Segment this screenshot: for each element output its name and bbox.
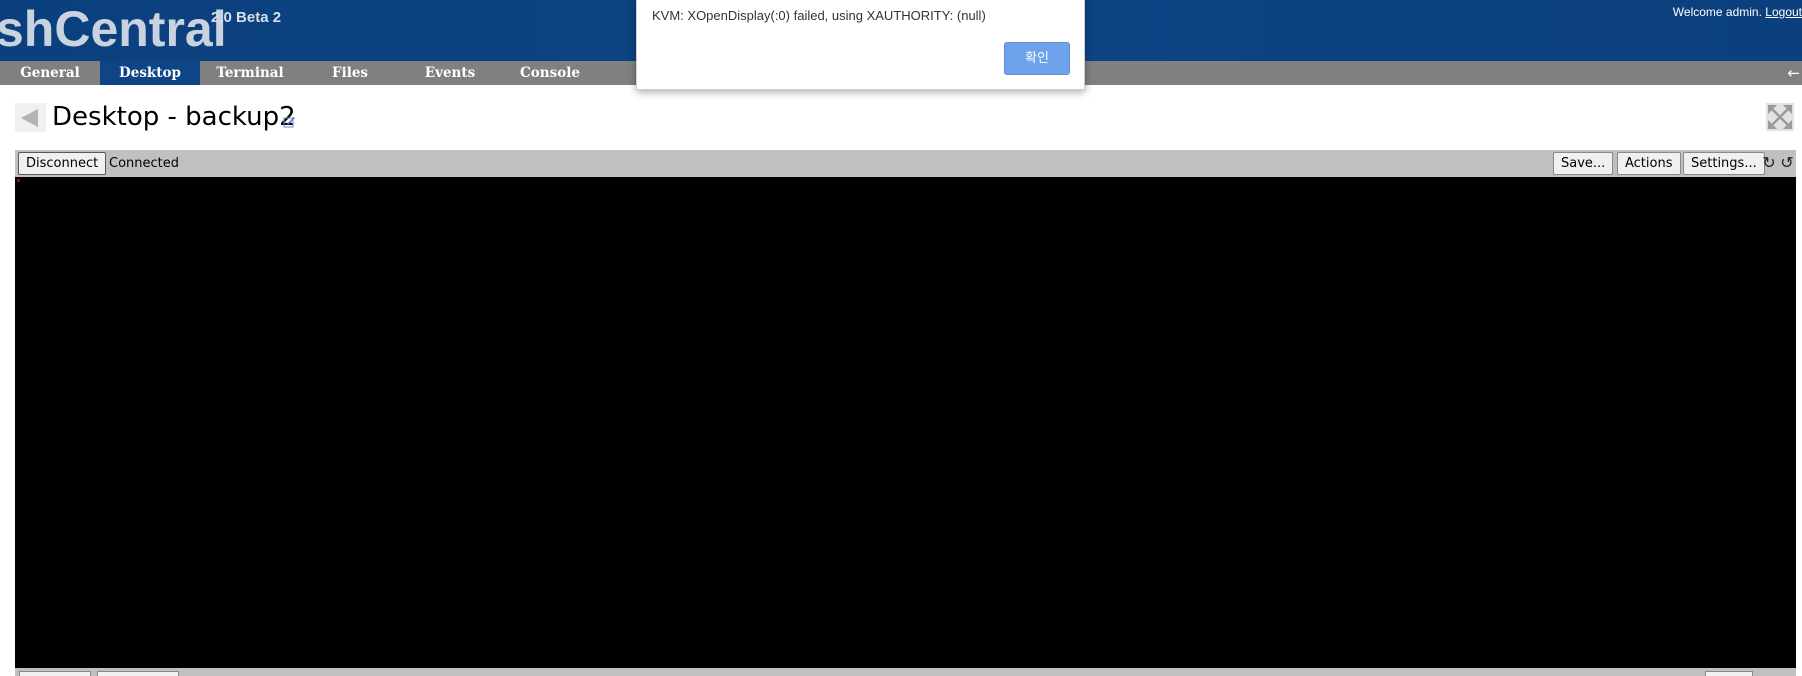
save-button[interactable]: Save... xyxy=(1553,152,1614,175)
bottom-select[interactable] xyxy=(1705,671,1753,676)
left-arrow-icon[interactable]: ← xyxy=(1787,61,1800,85)
tab-terminal[interactable]: Terminal xyxy=(200,61,300,85)
back-arrow-icon xyxy=(21,109,38,127)
remote-cursor xyxy=(17,179,20,182)
connection-status: Connected xyxy=(109,156,180,171)
alert-ok-button[interactable]: 확인 xyxy=(1004,42,1070,75)
disconnect-button[interactable]: Disconnect xyxy=(18,152,107,175)
logout-link[interactable]: Logout xyxy=(1765,5,1802,19)
bottom-select[interactable] xyxy=(19,671,91,676)
alert-dialog: KVM: XOpenDisplay(:0) failed, using XAUT… xyxy=(636,0,1085,90)
remote-desktop-canvas[interactable] xyxy=(15,177,1796,668)
rotate-counterclockwise-icon[interactable]: ↺ xyxy=(1779,154,1795,172)
fullscreen-icon[interactable] xyxy=(1766,103,1794,131)
page-title: Desktop - backup2 xyxy=(52,102,296,132)
settings-button[interactable]: Settings... xyxy=(1683,152,1765,175)
tab-events[interactable]: Events xyxy=(400,61,500,85)
alert-message: KVM: XOpenDisplay(:0) failed, using XAUT… xyxy=(652,8,986,23)
actions-button[interactable]: Actions xyxy=(1617,152,1681,175)
tab-general[interactable]: General xyxy=(0,61,100,85)
tab-console[interactable]: Console xyxy=(500,61,600,85)
app-title: shCentral xyxy=(0,1,227,57)
tab-desktop[interactable]: Desktop xyxy=(100,61,200,85)
bottom-toolbar xyxy=(15,668,1796,676)
rotate-clockwise-icon[interactable]: ↻ xyxy=(1761,154,1777,172)
bottom-select[interactable] xyxy=(97,671,179,676)
edit-icon[interactable] xyxy=(283,113,296,128)
welcome-area: Welcome admin. Logout xyxy=(1673,5,1802,19)
desktop-toolbar: Disconnect Connected Save... Actions Set… xyxy=(15,150,1796,177)
tab-files[interactable]: Files xyxy=(300,61,400,85)
back-button[interactable] xyxy=(15,103,46,132)
app-version: 2.0 Beta 2 xyxy=(211,9,282,26)
welcome-text: Welcome admin. xyxy=(1672,5,1762,19)
